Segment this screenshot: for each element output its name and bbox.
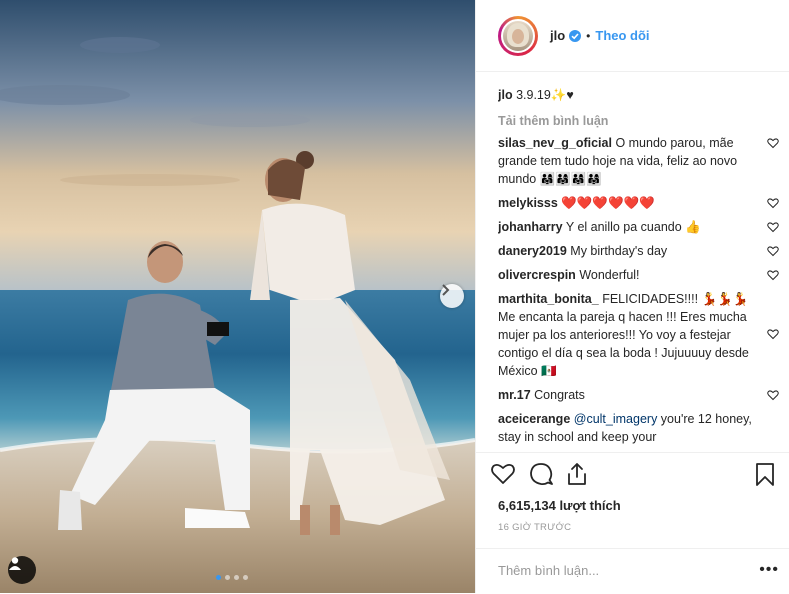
comment-text: Wonderful! <box>579 268 640 282</box>
next-photo-button[interactable] <box>440 284 464 308</box>
tagged-users-button[interactable] <box>8 556 36 584</box>
share-icon[interactable] <box>564 461 590 487</box>
comment-username[interactable]: johanharry <box>498 220 563 234</box>
heart-icon[interactable] <box>767 328 779 340</box>
add-comment-input[interactable]: Thêm bình luận... <box>498 563 599 578</box>
comment-text: ❤️❤️❤️❤️❤️❤️ <box>561 196 655 210</box>
add-comment-box: Thêm bình luận... ••• <box>476 548 789 594</box>
comments-list[interactable]: jlo 3.9.19✨♥ Tải thêm bình luận silas_ne… <box>498 80 779 450</box>
post-timestamp[interactable]: 16 GIỜ TRƯỚC <box>498 522 571 533</box>
heart-icon[interactable] <box>767 197 779 209</box>
comment-username[interactable]: danery2019 <box>498 244 567 258</box>
more-options-button[interactable]: ••• <box>759 561 779 579</box>
comment-mention[interactable]: @cult_imagery <box>574 412 658 426</box>
post-photo[interactable] <box>0 0 475 593</box>
likes-count[interactable]: 6,615,134 lượt thích <box>498 498 621 513</box>
comment-text: My birthday's day <box>570 244 668 258</box>
comment-username[interactable]: melykisss <box>498 196 558 210</box>
comment-text: Congrats <box>534 388 585 402</box>
like-heart-icon[interactable] <box>490 461 516 487</box>
proposal-photo-illustration <box>0 0 475 593</box>
comment-text: Y el anillo pa cuando 👍 <box>565 220 701 234</box>
comment: melykisss ❤️❤️❤️❤️❤️❤️ <box>498 194 779 212</box>
post-side-panel: jlo • Theo dõi jlo 3.9.19✨♥ Tải thêm bìn… <box>475 0 789 593</box>
comment: mr.17 Congrats <box>498 386 779 404</box>
heart-icon[interactable] <box>767 269 779 281</box>
load-more-comments-button[interactable]: Tải thêm bình luận <box>498 114 779 128</box>
user-icon <box>9 557 21 570</box>
carousel-dot <box>234 575 239 580</box>
carousel-dot-active <box>216 575 221 580</box>
post: jlo • Theo dõi jlo 3.9.19✨♥ Tải thêm bìn… <box>0 0 789 593</box>
chevron-right-icon <box>442 284 450 296</box>
caption-text: 3.9.19✨♥ <box>516 88 574 102</box>
comment-username[interactable]: aceicerange <box>498 412 570 426</box>
avatar[interactable] <box>501 18 535 53</box>
separator-dot: • <box>586 28 591 43</box>
bookmark-icon[interactable] <box>752 461 778 487</box>
comment-icon[interactable] <box>528 461 554 487</box>
story-ring[interactable] <box>498 15 538 56</box>
post-header: jlo • Theo dõi <box>476 0 789 72</box>
heart-icon[interactable] <box>767 221 779 233</box>
comment-username[interactable]: mr.17 <box>498 388 531 402</box>
comment: aceicerange @cult_imagery you're 12 hone… <box>498 410 779 446</box>
comment: olivercrespin Wonderful! <box>498 266 779 284</box>
post-caption: jlo 3.9.19✨♥ <box>498 86 779 104</box>
heart-icon[interactable] <box>767 137 779 149</box>
comment-username[interactable]: silas_nev_g_oficial <box>498 136 612 150</box>
caption-username[interactable]: jlo <box>498 88 513 102</box>
comment: danery2019 My birthday's day <box>498 242 779 260</box>
comment: silas_nev_g_oficial O mundo parou, mãe g… <box>498 134 779 188</box>
header-username[interactable]: jlo <box>550 28 565 43</box>
follow-button[interactable]: Theo dõi <box>595 28 649 43</box>
verified-badge-icon <box>569 29 582 42</box>
comment: johanharry Y el anillo pa cuando 👍 <box>498 218 779 236</box>
comment-username[interactable]: olivercrespin <box>498 268 576 282</box>
comment: marthita_bonita_ FELICIDADES!!!! 💃💃💃 Me … <box>498 290 779 380</box>
carousel-dot <box>225 575 230 580</box>
carousel-dot <box>243 575 248 580</box>
comment-username[interactable]: marthita_bonita_ <box>498 292 599 306</box>
heart-icon[interactable] <box>767 245 779 257</box>
heart-icon[interactable] <box>767 389 779 401</box>
post-actions-bar <box>476 452 789 493</box>
carousel-indicator <box>216 575 248 580</box>
